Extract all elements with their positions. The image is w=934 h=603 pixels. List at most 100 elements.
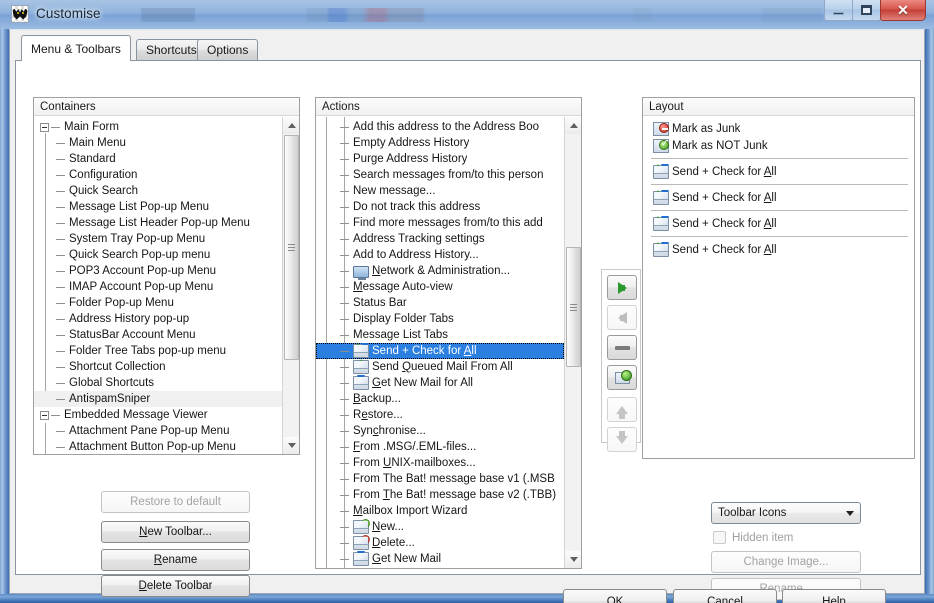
- action-item[interactable]: Get New Mail: [316, 551, 564, 567]
- hidden-item-checkbox[interactable]: [713, 531, 726, 544]
- action-item[interactable]: Synchronise...: [316, 423, 564, 439]
- layout-separator[interactable]: [651, 184, 908, 185]
- action-item[interactable]: Message Auto-view: [316, 279, 564, 295]
- container-button-2[interactable]: Rename: [101, 549, 250, 571]
- tree-item[interactable]: Folder Pop-up Menu: [34, 295, 282, 311]
- ok-button[interactable]: OK: [563, 589, 667, 603]
- action-item[interactable]: Purge Address History: [316, 151, 564, 167]
- add-separator-button[interactable]: [607, 335, 637, 360]
- layout-item[interactable]: Send + Check for All: [643, 241, 914, 258]
- cancel-button[interactable]: Cancel: [673, 589, 777, 603]
- change-image-button[interactable]: Change Image...: [711, 551, 861, 573]
- action-item[interactable]: Do not track this address: [316, 199, 564, 215]
- action-item[interactable]: Message List Tabs: [316, 327, 564, 343]
- layout-item[interactable]: Send + Check for All: [643, 189, 914, 206]
- tree-item[interactable]: Global Shortcuts: [34, 375, 282, 391]
- help-button[interactable]: Help: [782, 589, 886, 603]
- containers-scrollbar[interactable]: [282, 117, 299, 454]
- tree-item[interactable]: Quick Search: [34, 183, 282, 199]
- container-button-3[interactable]: Delete Toolbar: [101, 575, 250, 597]
- scroll-down-button[interactable]: [283, 437, 299, 454]
- title-bar[interactable]: Customise ✕: [0, 0, 934, 29]
- layout-item[interactable]: Mark as Junk: [643, 120, 914, 137]
- close-button[interactable]: ✕: [880, 0, 926, 21]
- action-item[interactable]: Mailbox Import Wizard: [316, 503, 564, 519]
- tree-item[interactable]: StatusBar Account Menu: [34, 327, 282, 343]
- action-item[interactable]: Backup...: [316, 391, 564, 407]
- tree-item[interactable]: IMAP Account Pop-up Menu: [34, 279, 282, 295]
- scroll-thumb[interactable]: [284, 135, 299, 360]
- maximize-button[interactable]: [852, 0, 881, 21]
- scroll-up-button[interactable]: [283, 117, 299, 134]
- tree-item[interactable]: Message List Pop-up Menu: [34, 199, 282, 215]
- move-up-button[interactable]: [607, 397, 637, 422]
- action-item[interactable]: Add this address to the Address Boo: [316, 119, 564, 135]
- tree-item[interactable]: Embedded Message Viewer: [34, 407, 282, 423]
- action-item[interactable]: New...: [316, 519, 564, 535]
- tree-item[interactable]: Quick Search Pop-up menu: [34, 247, 282, 263]
- scroll-down-button[interactable]: [565, 551, 581, 568]
- move-down-button[interactable]: [607, 427, 637, 452]
- layout-item[interactable]: Send + Check for All: [643, 215, 914, 232]
- layout-item[interactable]: Send + Check for All: [643, 163, 914, 180]
- layout-separator[interactable]: [651, 158, 908, 159]
- action-item[interactable]: Empty Address History: [316, 135, 564, 151]
- layout-listbox[interactable]: Layout Mark as Junk Mark as NOT Junk Send …: [642, 97, 915, 459]
- action-item[interactable]: From The Bat! message base v2 (.TBB): [316, 487, 564, 503]
- scroll-thumb[interactable]: [566, 247, 581, 367]
- expander-icon[interactable]: [40, 410, 49, 420]
- containers-listbox[interactable]: Containers Main Form Main Menu Standard Con…: [33, 97, 300, 455]
- action-item[interactable]: From The Bat! message base v1 (.MSB: [316, 471, 564, 487]
- action-item[interactable]: Restore...: [316, 407, 564, 423]
- action-item[interactable]: Find more messages from/to this add: [316, 215, 564, 231]
- action-item[interactable]: New message...: [316, 183, 564, 199]
- action-item[interactable]: Address Tracking settings: [316, 231, 564, 247]
- container-button-1[interactable]: New Toolbar...: [101, 521, 250, 543]
- tree-item[interactable]: Main Form: [34, 119, 282, 135]
- action-item[interactable]: Search messages from/to this person: [316, 167, 564, 183]
- action-item[interactable]: Send + Check for All: [316, 343, 564, 359]
- layout-item[interactable]: Mark as NOT Junk: [643, 137, 914, 154]
- new-submenu-button[interactable]: [607, 365, 637, 390]
- action-item[interactable]: Send Queued Mail From All: [316, 359, 564, 375]
- tree-item[interactable]: POP3 Account Pop-up Menu: [34, 263, 282, 279]
- action-item[interactable]: Delete...: [316, 535, 564, 551]
- action-item[interactable]: From UNIX-mailboxes...: [316, 455, 564, 471]
- action-item[interactable]: Display Folder Tabs: [316, 311, 564, 327]
- expander-icon[interactable]: [40, 122, 49, 132]
- tree-item[interactable]: Attachment Button Pop-up Menu: [34, 439, 282, 454]
- add-action-button[interactable]: [607, 275, 637, 300]
- tree-item[interactable]: Configuration: [34, 167, 282, 183]
- tree-item[interactable]: Main Menu: [34, 135, 282, 151]
- layout-separator[interactable]: [651, 236, 908, 237]
- actions-scrollbar[interactable]: [564, 117, 581, 568]
- layout-separator[interactable]: [651, 210, 908, 211]
- tree-item[interactable]: Shortcut Collection: [34, 359, 282, 375]
- combobox-dropdown-button[interactable]: [841, 504, 859, 522]
- tree-item[interactable]: Message List Header Pop-up Menu: [34, 215, 282, 231]
- action-item[interactable]: Network & Administration...: [316, 263, 564, 280]
- minimize-button[interactable]: [824, 0, 853, 21]
- tree-item[interactable]: Address History pop-up: [34, 311, 282, 327]
- actions-tree[interactable]: Add this address to the Address Boo Empty…: [316, 117, 581, 568]
- tree-item[interactable]: Attachment Pane Pop-up Menu: [34, 423, 282, 439]
- tree-item[interactable]: Standard: [34, 151, 282, 167]
- actions-listbox[interactable]: Actions Add this address to the Address …: [315, 97, 582, 569]
- action-item[interactable]: Get New Mail for All: [316, 375, 564, 391]
- remove-action-button[interactable]: [607, 305, 637, 330]
- action-item[interactable]: Status Bar: [316, 295, 564, 311]
- customise-window: Customise ✕ Menu & Toolbars Shortcuts Op…: [0, 0, 934, 603]
- scroll-up-button[interactable]: [565, 117, 581, 134]
- tab-menu-and-toolbars[interactable]: Menu & Toolbars: [21, 35, 131, 61]
- action-item[interactable]: Add to Address History...: [316, 247, 564, 263]
- container-button-0[interactable]: Restore to default: [101, 491, 250, 513]
- tree-item[interactable]: Folder Tree Tabs pop-up menu: [34, 343, 282, 359]
- action-item[interactable]: From .MSG/.EML-files...: [316, 439, 564, 455]
- containers-tree[interactable]: Main Form Main Menu Standard Configuration Q…: [34, 117, 299, 454]
- tree-item[interactable]: AntispamSniper: [34, 391, 282, 407]
- hidden-item-checkbox-row[interactable]: Hidden item: [713, 531, 793, 544]
- display-mode-combobox[interactable]: Toolbar Icons: [711, 502, 861, 524]
- tree-item[interactable]: System Tray Pop-up Menu: [34, 231, 282, 247]
- tab-options[interactable]: Options: [197, 39, 259, 60]
- layout-list[interactable]: Mark as Junk Mark as NOT Junk Send + Check…: [643, 117, 914, 458]
